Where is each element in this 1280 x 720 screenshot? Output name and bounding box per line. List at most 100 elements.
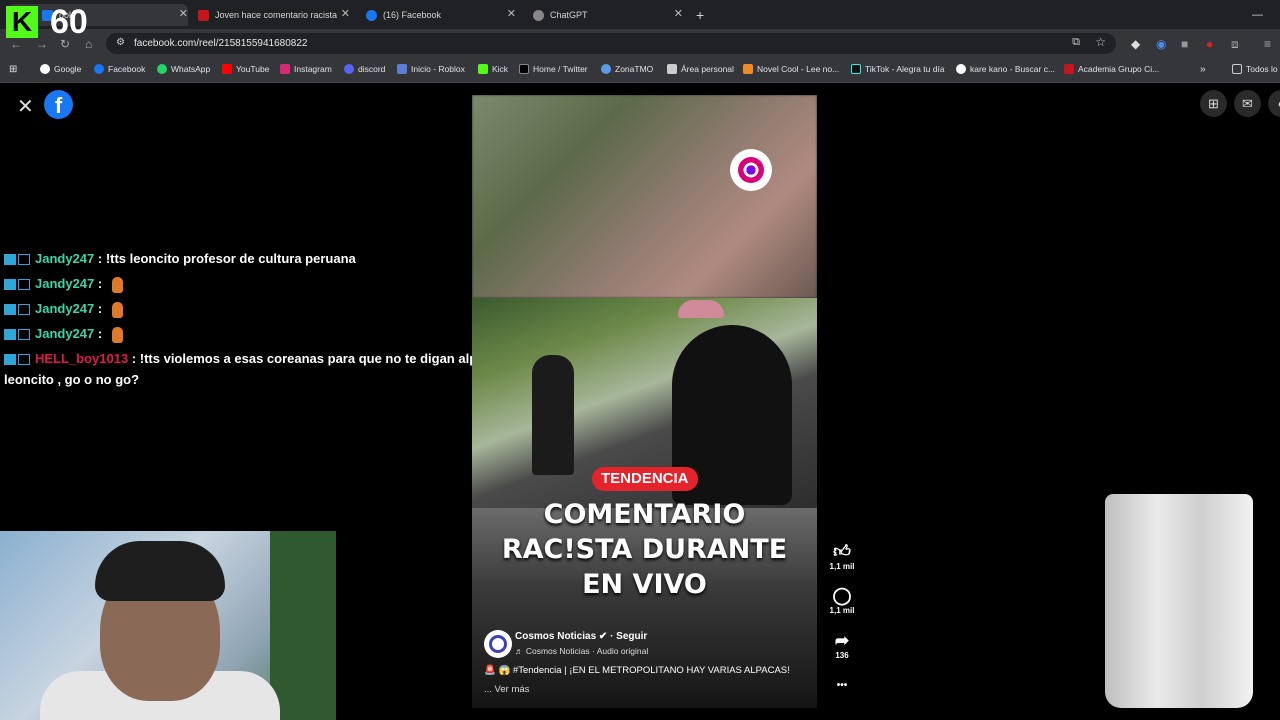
video-headline: COMENTARIO RAC!STA DURANTE EN VIVO xyxy=(472,497,817,602)
bookmark-whatsapp[interactable]: WhatsApp xyxy=(157,64,210,74)
badge-icon xyxy=(18,354,30,366)
chat-message: HELL_boy1013 : !tts violemos a esas core… xyxy=(4,348,504,390)
bookmark-facebook[interactable]: Facebook xyxy=(94,64,145,74)
emote-icon xyxy=(111,301,123,318)
tab-facebook[interactable]: (16) Facebook ✕ xyxy=(366,4,516,26)
close-icon[interactable]: ✕ xyxy=(17,94,34,119)
badge-icon xyxy=(4,254,16,266)
chatgpt-favicon-icon xyxy=(533,9,544,21)
thumbs-up-icon: 👍︎ xyxy=(833,542,851,561)
comment-count: 1,1 mil xyxy=(829,606,855,615)
webcam-feed xyxy=(0,531,336,720)
extension-icon[interactable]: ■ xyxy=(1181,37,1188,51)
area-icon xyxy=(667,64,677,74)
chat-message: Jandy247 : !tts leoncito profesor de cul… xyxy=(4,246,504,271)
bookmarks-bar: ⊞ Google Facebook WhatsApp YouTube Insta… xyxy=(0,58,1280,83)
headline-line: RAC!STA DURANTE xyxy=(501,534,788,565)
tab-title: (16) Facebook xyxy=(383,10,442,20)
kick-icon xyxy=(478,64,488,74)
chat-text: : xyxy=(94,326,106,341)
instagram-icon xyxy=(280,64,290,74)
comment-button[interactable]: ◯ 1,1 mil xyxy=(828,586,856,615)
bookmark-novelcool[interactable]: Novel Cool - Lee no... xyxy=(743,64,839,74)
like-count: 1,1 mil xyxy=(829,562,855,571)
extension-icon[interactable]: ● xyxy=(1206,37,1213,51)
chat-text: : xyxy=(94,301,106,316)
tab-title: ChatGPT xyxy=(550,10,588,20)
discord-icon xyxy=(344,64,354,74)
apps-grid-icon[interactable]: ⊞ xyxy=(9,64,17,75)
close-tab-icon[interactable]: ✕ xyxy=(341,7,350,20)
chat-message: Jandy247 : xyxy=(4,271,504,296)
forward-arrow-icon[interactable]: → xyxy=(36,37,48,51)
badge-icon xyxy=(18,329,30,341)
back-arrow-icon[interactable]: ← xyxy=(10,37,22,51)
menu-grid-icon[interactable]: ⊞ xyxy=(1200,90,1227,117)
video-person xyxy=(532,355,574,475)
badge-icon xyxy=(4,354,16,366)
facebook-favicon-icon xyxy=(366,9,377,21)
news-favicon-icon xyxy=(198,9,209,21)
minimize-icon[interactable]: — xyxy=(1252,4,1263,26)
site-info-icon[interactable]: ⚙ xyxy=(116,37,125,48)
chat-username: HELL_boy1013 xyxy=(35,351,129,366)
like-button[interactable]: 👍︎ 1,1 mil xyxy=(828,541,856,571)
bookmark-instagram[interactable]: Instagram xyxy=(280,64,332,74)
share-count: 136 xyxy=(835,651,849,660)
reel-video[interactable]: TENDENCIA COMENTARIO RAC!STA DURANTE EN … xyxy=(472,95,817,708)
bookmark-zonatmo[interactable]: ZonaTMO xyxy=(601,64,653,74)
share-button[interactable]: ➦ 136 xyxy=(828,631,856,660)
notifications-icon[interactable]: ● xyxy=(1268,90,1280,117)
zonatmo-icon xyxy=(601,64,611,74)
tab-bar: ook ✕ Joven hace comentario racista ✕ (1… xyxy=(0,0,1280,29)
facebook-icon xyxy=(94,64,104,74)
extension-icon[interactable]: ◆ xyxy=(1131,37,1140,51)
x-icon xyxy=(519,64,529,74)
bookmark-discord[interactable]: discord xyxy=(344,64,385,74)
glass-overlay xyxy=(1105,494,1253,708)
facebook-logo-icon[interactable]: f xyxy=(44,90,73,119)
bookmark-tiktok[interactable]: TikTok - Alegra tu día xyxy=(851,64,945,74)
stream-chat: Jandy247 : !tts leoncito profesor de cul… xyxy=(4,246,504,390)
audio-source[interactable]: ♬ Cosmos Noticias · Audio original xyxy=(515,646,648,656)
badge-icon xyxy=(18,279,30,291)
bookmark-karekano[interactable]: kare kano - Buscar c... xyxy=(956,64,1055,74)
whatsapp-icon xyxy=(157,64,167,74)
messenger-icon[interactable]: ✉ xyxy=(1234,90,1261,117)
url-field[interactable]: ⚙ facebook.com/reel/2158155941680822 ⧉ ☆ xyxy=(106,33,1116,54)
viewer-count: 60 xyxy=(50,3,88,41)
badge-icon xyxy=(4,304,16,316)
bookmark-google[interactable]: Google xyxy=(40,64,81,74)
menu-icon[interactable]: ≡ xyxy=(1264,37,1271,51)
extensions-puzzle-icon[interactable]: ⧈ xyxy=(1231,37,1239,52)
close-tab-icon[interactable]: ✕ xyxy=(507,7,516,20)
see-more-link[interactable]: ... Ver más xyxy=(484,684,529,695)
address-bar: ← → ↻ ⌂ ⚙ facebook.com/reel/215815594168… xyxy=(0,29,1280,58)
tab-joven[interactable]: Joven hace comentario racista ✕ xyxy=(198,4,350,26)
bookmark-twitter[interactable]: Home / Twitter xyxy=(519,64,588,74)
new-tab-button[interactable]: + xyxy=(696,4,704,26)
more-options-button[interactable]: ••• xyxy=(828,680,856,691)
tiktok-icon xyxy=(851,64,861,74)
google-icon xyxy=(956,64,966,74)
bookmark-youtube[interactable]: YouTube xyxy=(222,64,269,74)
install-icon[interactable]: ⧉ xyxy=(1072,36,1080,49)
more-bookmarks-icon[interactable]: » xyxy=(1200,64,1206,75)
channel-avatar[interactable] xyxy=(484,630,512,658)
channel-name[interactable]: Cosmos Noticias ✔ · Seguir xyxy=(515,631,647,642)
close-tab-icon[interactable]: ✕ xyxy=(179,7,188,20)
bookmark-roblox[interactable]: Inicio - Roblox xyxy=(397,64,465,74)
extension-icon[interactable]: ◉ xyxy=(1156,37,1166,51)
close-tab-icon[interactable]: ✕ xyxy=(674,7,683,20)
bookmark-all[interactable]: Todos lo xyxy=(1232,64,1278,74)
chat-message: Jandy247 : xyxy=(4,296,504,321)
bookmark-kick[interactable]: Kick xyxy=(478,64,508,74)
url-text: facebook.com/reel/2158155941680822 xyxy=(134,38,308,49)
tab-chatgpt[interactable]: ChatGPT ✕ xyxy=(533,4,683,26)
bookmark-star-icon[interactable]: ☆ xyxy=(1095,35,1106,49)
badge-icon xyxy=(18,304,30,316)
christmas-tree xyxy=(270,531,336,720)
google-icon xyxy=(40,64,50,74)
bookmark-area-personal[interactable]: Área personal xyxy=(667,64,734,74)
bookmark-academia[interactable]: Academia Grupo Ci... xyxy=(1064,64,1159,74)
